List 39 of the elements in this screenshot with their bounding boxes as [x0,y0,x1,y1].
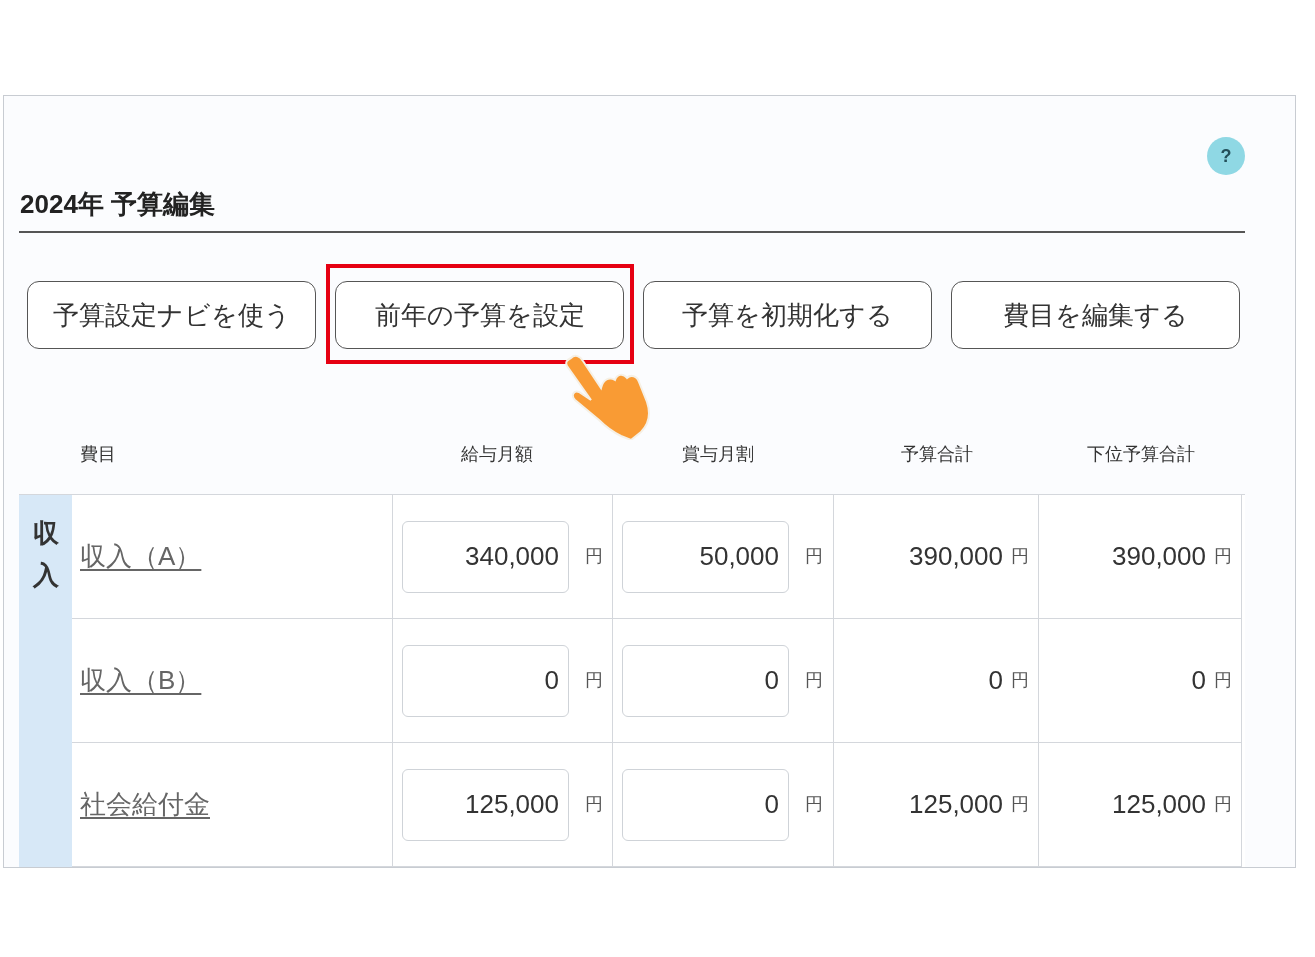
unit-label: 円 [1011,669,1029,692]
unit-label: 円 [805,545,823,568]
category-link[interactable]: 収入（B） [80,661,202,700]
help-button[interactable]: ? [1207,137,1245,175]
amount-field[interactable]: 340,000 [402,520,569,593]
category-link[interactable]: 社会給付金 [80,785,210,824]
column-header: 下位予算合計 [1085,442,1196,466]
amount-field[interactable]: 0 [622,644,789,717]
amount-value: 0 [1191,664,1206,697]
amount-value: 390,000 [1112,540,1206,573]
amount-value: 0 [988,664,1003,697]
amount-field[interactable]: 125,000 [402,768,569,841]
toolbar-button[interactable]: 予算を初期化する [643,281,932,349]
unit-label: 円 [805,669,823,692]
unit-label: 円 [1011,545,1029,568]
amount-field[interactable]: 0 [622,768,789,841]
unit-label: 円 [1214,669,1232,692]
unit-label: 円 [1214,545,1232,568]
toolbar-button[interactable]: 費目を編集する [951,281,1240,349]
amount-value: 390,000 [909,540,1003,573]
toolbar-button[interactable]: 予算設定ナビを使う [27,281,316,349]
unit-label: 円 [1214,793,1232,816]
amount-field[interactable]: 50,000 [622,520,789,593]
column-header: 予算合計 [899,442,974,466]
unit-label: 円 [585,669,603,692]
unit-label: 円 [585,545,603,568]
toolbar-button[interactable]: 前年の予算を設定 [335,281,624,349]
amount-value: 125,000 [909,788,1003,821]
amount-field[interactable]: 0 [402,644,569,717]
column-header: 給与月額 [460,442,534,466]
category-link[interactable]: 収入（A） [80,537,202,576]
group-label: 収入 [32,517,59,592]
unit-label: 円 [805,793,823,816]
column-header: 賞与月割 [680,442,755,466]
page-title: 2024年 予算編集 [19,189,1245,233]
column-header: 費目 [79,442,117,466]
unit-label: 円 [585,793,603,816]
unit-label: 円 [1011,793,1029,816]
amount-value: 125,000 [1112,788,1206,821]
